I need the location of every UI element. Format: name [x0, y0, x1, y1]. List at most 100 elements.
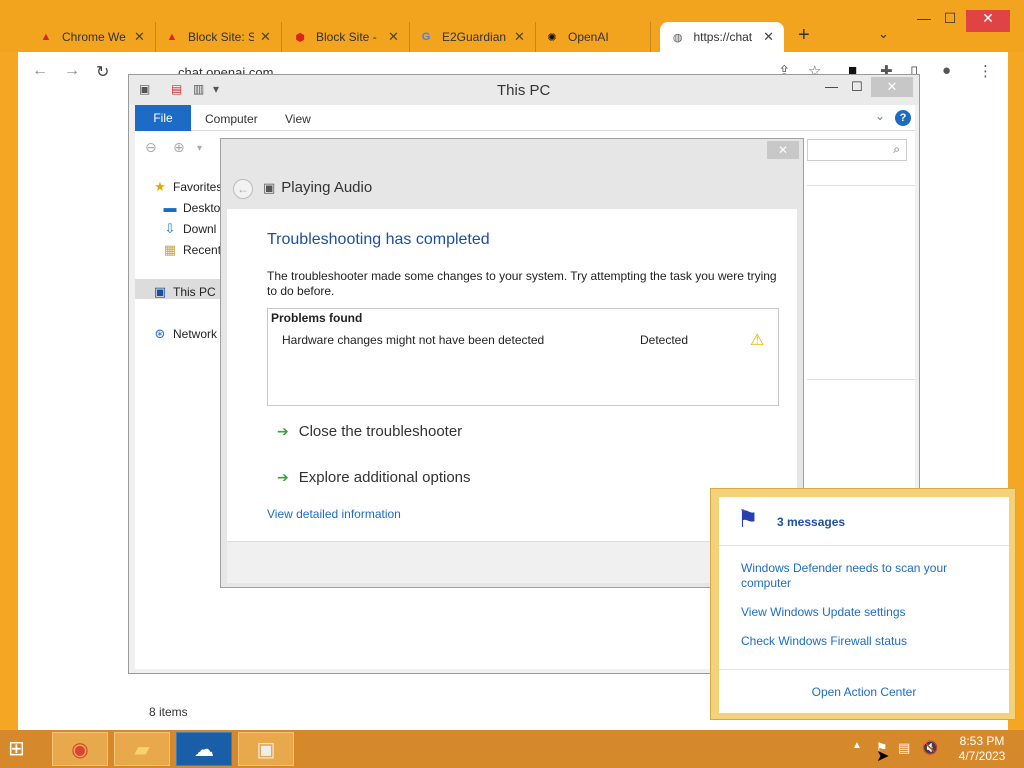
explorer-search-input[interactable]: ⌕	[807, 139, 907, 161]
dialog-title: ▣ Playing Audio	[263, 179, 373, 196]
taskbar: ⊞ ◉ ▰ ☁ ▣ ▲ ⚑ ▤ 🔇 8:53 PM 4/7/2023	[0, 730, 1024, 768]
folder-icon: ▰	[134, 738, 150, 761]
taskbar-chrome[interactable]: ◉	[52, 732, 108, 766]
explorer-maximize-button[interactable]: ☐	[851, 79, 863, 95]
help-icon[interactable]: ?	[895, 110, 911, 126]
recent-places-icon: ▦	[163, 242, 177, 257]
explorer-back-icon[interactable]: ⊖	[145, 139, 157, 156]
close-window-button[interactable]: ✕	[966, 10, 1010, 32]
action-center-popup: ⚑ 3 messages Windows Defender needs to s…	[710, 488, 1016, 720]
tree-item-favorites[interactable]: ★ Favorites	[151, 179, 222, 195]
ribbon-tab-computer[interactable]: Computer	[205, 112, 258, 126]
tab-chrome-web-store[interactable]: ▲ Chrome We ✕	[28, 22, 156, 52]
search-icon: ⌕	[893, 142, 900, 156]
close-tab-icon[interactable]: ✕	[134, 29, 145, 45]
tab-block-site[interactable]: ⬢ Block Site - ✕	[282, 22, 410, 52]
action-center-flag-icon: ⚑	[737, 506, 759, 533]
explorer-title-bar: ▣ ▤ ▥ ▾ This PC — ☐ ✕	[129, 75, 919, 105]
properties-icon[interactable]: ▤	[171, 82, 182, 96]
back-arrow-icon[interactable]: ←	[233, 179, 253, 199]
cloud-icon: ☁	[194, 738, 214, 761]
divider	[719, 669, 1009, 670]
chrome-store-icon: ▲	[40, 31, 52, 43]
problem-status: Detected	[640, 333, 689, 347]
defender-scan-link[interactable]: Windows Defender needs to scan your comp…	[741, 561, 971, 591]
troubleshooter-icon: ▣	[263, 179, 276, 195]
tab-block-site-store[interactable]: ▲ Block Site: S ✕	[154, 22, 282, 52]
desktop-icon: ▬	[163, 200, 177, 215]
clock[interactable]: 8:53 PM 4/7/2023	[952, 734, 1012, 764]
profile-avatar-icon[interactable]: ●	[942, 62, 951, 79]
reload-icon[interactable]: ↻	[96, 62, 109, 82]
tab-search-chevron-icon[interactable]: ⌄	[878, 26, 889, 42]
chrome-icon: ◉	[71, 738, 89, 761]
clock-date: 4/7/2023	[958, 749, 1006, 763]
explorer-close-button[interactable]: ✕	[871, 77, 913, 97]
green-arrow-icon: ➔	[277, 423, 289, 439]
dialog-close-button[interactable]: ✕	[767, 141, 799, 159]
close-tab-icon[interactable]: ✕	[388, 29, 399, 45]
tab-openai[interactable]: ✺ OpenAI	[534, 22, 651, 52]
back-arrow-icon[interactable]: ←	[32, 62, 48, 80]
divider	[807, 185, 915, 186]
close-tab-icon[interactable]: ✕	[763, 29, 774, 45]
clock-time: 8:53 PM	[959, 734, 1005, 748]
explorer-forward-icon[interactable]: ⊕	[173, 139, 185, 156]
taskbar-file-explorer[interactable]: ▰	[114, 732, 170, 766]
tree-item-desktop[interactable]: ▬ Desktop	[161, 200, 228, 215]
mouse-cursor-icon: ➤	[876, 748, 890, 765]
forward-arrow-icon[interactable]: →	[64, 62, 80, 80]
new-folder-icon[interactable]: ▥	[193, 82, 204, 96]
recent-locations-icon[interactable]: ▾	[197, 143, 202, 154]
tree-item-downloads[interactable]: ⇩ Downl	[161, 221, 217, 237]
divider	[807, 379, 915, 380]
close-troubleshooter-option[interactable]: ➔ Close the troubleshooter	[277, 423, 462, 440]
more-menu-icon[interactable]: ⋮	[978, 62, 993, 80]
computer-icon: ▣	[153, 284, 167, 299]
close-tab-icon[interactable]: ✕	[514, 29, 525, 45]
ribbon: File Computer View ⌄ ?	[135, 105, 915, 131]
star-icon: ★	[154, 179, 166, 194]
completion-description: The troubleshooter made some changes to …	[267, 269, 777, 298]
troubleshooter-icon: ▣	[256, 738, 276, 761]
problems-found-header: Problems found	[271, 311, 363, 325]
problem-name: Hardware changes might not have been det…	[282, 333, 545, 347]
divider	[719, 545, 1009, 546]
view-detailed-information-link[interactable]: View detailed information	[267, 507, 401, 521]
tree-item-recent[interactable]: ▦ Recent	[161, 242, 221, 258]
firewall-status-link[interactable]: Check Windows Firewall status	[741, 634, 971, 649]
maximize-button[interactable]: ☐	[932, 10, 968, 32]
taskbar-troubleshooter[interactable]: ▣	[238, 732, 294, 766]
chrome-store-icon: ▲	[166, 31, 178, 43]
globe-icon: ◍	[672, 31, 683, 44]
green-arrow-icon: ➔	[277, 469, 289, 485]
new-tab-button[interactable]: +	[798, 24, 810, 47]
explorer-title: This PC	[497, 82, 551, 99]
status-bar-item-count: 8 items	[149, 705, 188, 719]
volume-muted-icon[interactable]: 🔇	[922, 740, 938, 756]
taskbar-onedrive[interactable]: ☁	[176, 732, 232, 766]
quick-access-chevron-icon[interactable]: ▾	[213, 82, 219, 96]
block-site-shield-icon: ⬢	[295, 31, 305, 44]
tree-item-network[interactable]: ⊛ Network	[151, 326, 217, 342]
downloads-icon: ⇩	[164, 221, 176, 236]
ribbon-expand-icon[interactable]: ⌄	[875, 109, 885, 123]
problems-found-box: Problems found Hardware changes might no…	[267, 308, 779, 406]
open-action-center-link[interactable]: Open Action Center	[719, 685, 1009, 699]
explore-options-option[interactable]: ➔ Explore additional options	[277, 469, 471, 486]
google-icon: G	[421, 31, 431, 43]
close-tab-icon[interactable]: ✕	[260, 29, 271, 45]
show-hidden-icons-icon[interactable]: ▲	[852, 740, 862, 751]
ribbon-file-tab[interactable]: File	[135, 105, 191, 131]
warning-icon: ⚠	[750, 332, 765, 349]
tab-chat-openai[interactable]: ◍ https://chat ✕	[660, 22, 784, 52]
ribbon-tab-view[interactable]: View	[285, 112, 311, 126]
tree-item-this-pc[interactable]: ▣ This PC	[151, 284, 216, 300]
windows-update-link[interactable]: View Windows Update settings	[741, 605, 971, 620]
tab-e2guardian[interactable]: G E2Guardian ✕	[408, 22, 536, 52]
explorer-minimize-button[interactable]: —	[825, 79, 838, 94]
action-center-panel: ⚑ 3 messages Windows Defender needs to s…	[719, 497, 1009, 713]
windows-start-icon[interactable]: ⊞	[8, 736, 38, 762]
openai-icon: ✺	[547, 31, 557, 44]
network-icon[interactable]: ▤	[898, 740, 910, 756]
